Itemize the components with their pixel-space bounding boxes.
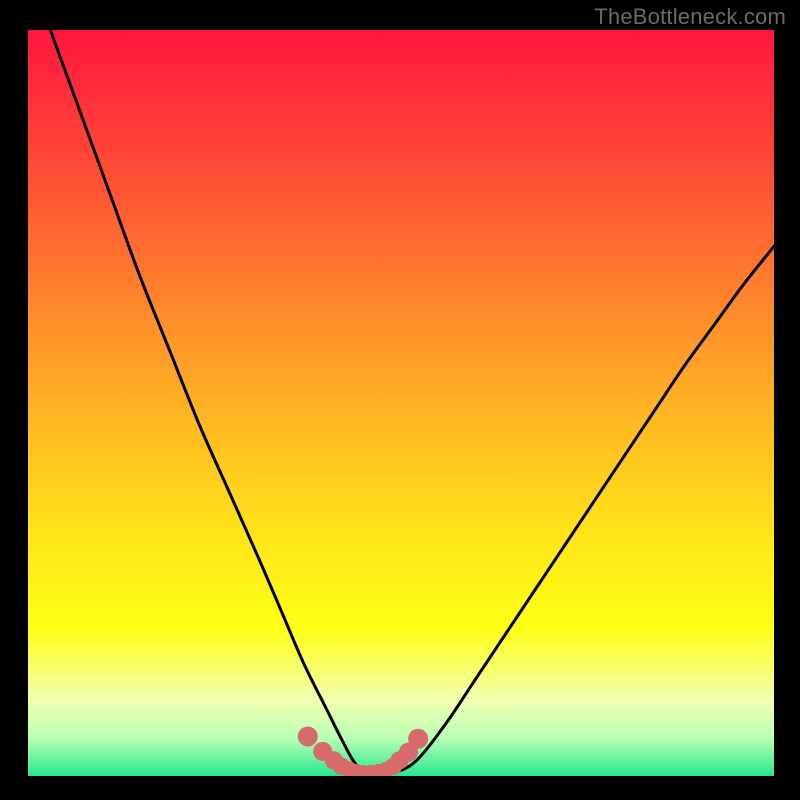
gradient-background — [28, 30, 774, 776]
bottleneck-chart — [28, 30, 774, 776]
outer-frame: TheBottleneck.com — [0, 0, 800, 800]
cluster-dot — [298, 726, 318, 746]
cluster-dot — [408, 729, 428, 749]
attribution-text: TheBottleneck.com — [594, 4, 786, 30]
